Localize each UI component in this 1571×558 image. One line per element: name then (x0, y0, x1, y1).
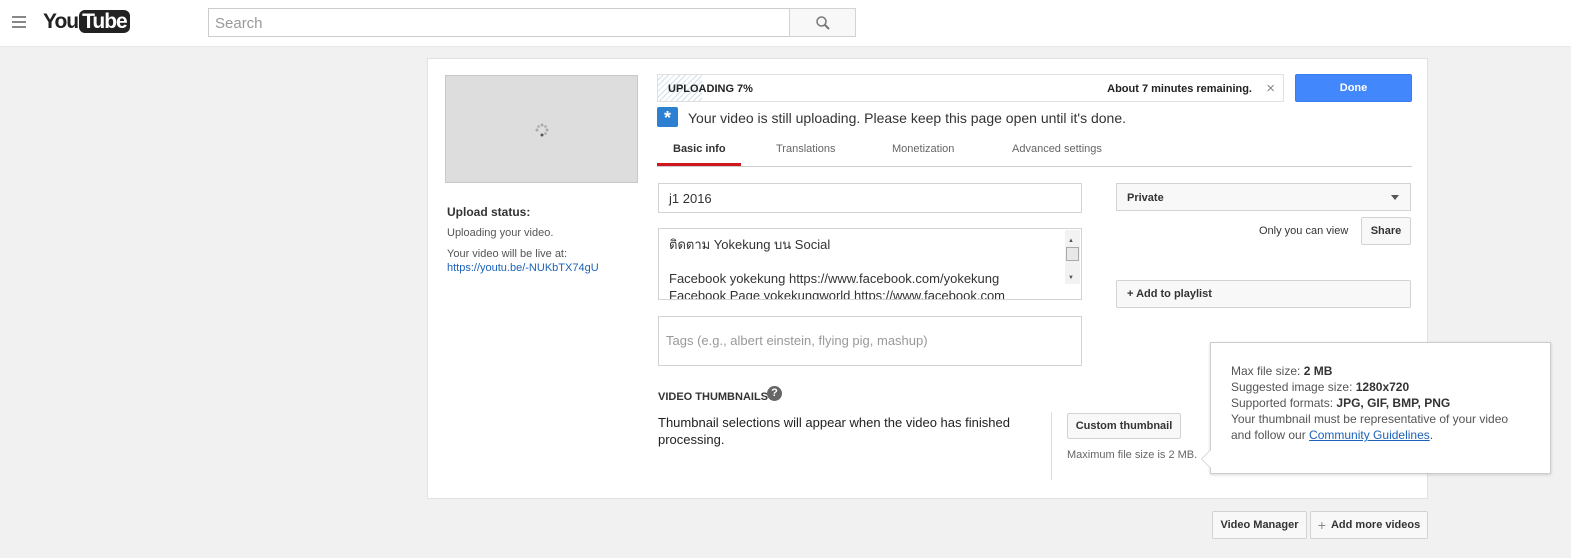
tab-monetization[interactable]: Monetization (892, 143, 954, 155)
title-input[interactable]: j1 2016 (658, 183, 1082, 213)
video-url-link[interactable]: https://youtu.be/-NUKbTX74gU (447, 262, 599, 274)
max-file-size-note: Maximum file size is 2 MB. (1067, 449, 1198, 461)
community-guidelines-link[interactable]: Community Guidelines (1309, 428, 1430, 442)
add-to-playlist-button[interactable]: + Add to playlist (1116, 280, 1411, 308)
tabs-divider (657, 166, 1412, 167)
time-remaining: About 7 minutes remaining. (1107, 83, 1252, 95)
upload-status-title: Upload status: (447, 205, 531, 219)
tooltip-line: Max file size: 2 MB (1231, 364, 1333, 378)
tooltip-line: Supported formats: JPG, GIF, BMP, PNG (1231, 396, 1451, 410)
tooltip-line: and follow our Community Guidelines. (1231, 428, 1434, 442)
info-star-icon: * (657, 107, 678, 128)
loading-spinner-icon (535, 123, 549, 137)
tooltip-arrow (1202, 450, 1211, 468)
tab-basic-info[interactable]: Basic info (673, 143, 726, 155)
custom-thumbnail-button[interactable]: Custom thumbnail (1067, 413, 1181, 439)
description-line: ติดตาม Yokekung บน Social (669, 237, 831, 252)
plus-icon: + (1317, 517, 1326, 533)
tags-input[interactable]: Tags (e.g., albert einstein, flying pig,… (658, 316, 1082, 366)
description-line: Facebook Page yokekungworld https://www.… (669, 288, 1006, 300)
description-scrollbar[interactable]: ▲ ▼ (1065, 230, 1080, 284)
live-at-label: Your video will be live at: (447, 248, 568, 260)
youtube-logo[interactable]: You Tube (42, 10, 130, 34)
thumbnails-message: Thumbnail selections will appear when th… (658, 415, 1010, 447)
search-input[interactable]: Search (208, 8, 790, 37)
search-button[interactable] (789, 8, 856, 37)
privacy-note: Only you can view (1259, 225, 1349, 237)
video-thumbnails-heading: VIDEO THUMBNAILS (658, 391, 768, 403)
share-button[interactable]: Share (1361, 217, 1411, 245)
upload-progress-bar: UPLOADING 7% About 7 minutes remaining. … (657, 74, 1284, 102)
video-manager-button[interactable]: Video Manager (1212, 511, 1307, 539)
privacy-select[interactable]: Private (1116, 183, 1411, 211)
description-textarea[interactable]: ติดตาม Yokekung บน Social Facebook yokek… (658, 228, 1082, 300)
cancel-upload-icon[interactable]: × (1266, 80, 1275, 97)
tab-advanced-settings[interactable]: Advanced settings (1012, 143, 1102, 155)
upload-progress-label: UPLOADING 7% (668, 83, 753, 95)
upload-notice: Your video is still uploading. Please ke… (688, 110, 1127, 126)
tooltip-line: Your thumbnail must be representative of… (1231, 412, 1509, 426)
description-line: Facebook yokekung https://www.facebook.c… (669, 271, 1000, 286)
video-preview (445, 75, 638, 183)
add-more-videos-button[interactable]: + Add more videos (1310, 511, 1428, 539)
top-bar: You Tube Search (0, 0, 1571, 47)
chevron-down-icon (1391, 195, 1399, 204)
divider (1051, 412, 1052, 480)
menu-icon[interactable] (12, 16, 26, 31)
thumbnail-info-tooltip: Max file size: 2 MB Suggested image size… (1210, 342, 1551, 474)
tooltip-line: Suggested image size: 1280x720 (1231, 380, 1410, 394)
tab-translations[interactable]: Translations (776, 143, 836, 155)
upload-status-text: Uploading your video. (447, 227, 554, 239)
help-icon[interactable]: ? (767, 386, 782, 401)
search-icon (816, 16, 830, 30)
done-button[interactable]: Done (1295, 74, 1412, 102)
privacy-selected-value: Private (1127, 192, 1164, 204)
